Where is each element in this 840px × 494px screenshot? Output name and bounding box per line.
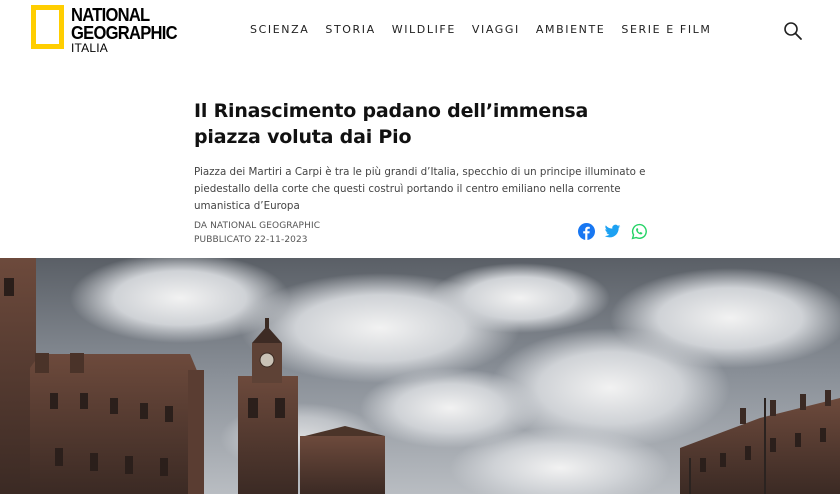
nav-item-scienza[interactable]: SCIENZA bbox=[250, 23, 309, 36]
nav-item-wildlife[interactable]: WILDLIFE bbox=[392, 23, 456, 36]
nav-item-storia[interactable]: STORIA bbox=[325, 23, 375, 36]
ng-logo[interactable]: NATIONAL GEOGRAPHIC ITALIA bbox=[31, 5, 191, 57]
article-meta: DA NATIONAL GEOGRAPHIC PUBBLICATO 22-11-… bbox=[194, 219, 320, 247]
facebook-icon[interactable] bbox=[578, 223, 595, 240]
publish-date: PUBBLICATO 22-11-2023 bbox=[194, 235, 308, 245]
site-header: NATIONAL GEOGRAPHIC ITALIA SCIENZA STORI… bbox=[0, 0, 840, 62]
article-header: Il Rinascimento padano dell’immensa piaz… bbox=[194, 98, 654, 215]
whatsapp-icon[interactable] bbox=[631, 223, 648, 240]
article-title: Il Rinascimento padano dell’immensa piaz… bbox=[194, 100, 589, 148]
twitter-icon[interactable] bbox=[604, 223, 621, 240]
main-nav: SCIENZA STORIA WILDLIFE VIAGGI AMBIENTE … bbox=[250, 23, 727, 36]
logo-text-line1: NATIONAL bbox=[71, 5, 150, 25]
byline: DA NATIONAL GEOGRAPHIC bbox=[194, 221, 321, 231]
hero-image bbox=[0, 258, 840, 494]
article-dek: Piazza dei Martiri a Carpi è tra le più … bbox=[194, 166, 646, 212]
nav-item-viaggi[interactable]: VIAGGI bbox=[472, 23, 520, 36]
nav-item-serie-e-film[interactable]: SERIE E FILM bbox=[621, 23, 711, 36]
logo-text-country: ITALIA bbox=[71, 41, 108, 55]
yellow-frame-icon bbox=[31, 5, 64, 49]
logo-text-line2: GEOGRAPHIC bbox=[71, 23, 178, 43]
nav-item-ambiente[interactable]: AMBIENTE bbox=[536, 23, 605, 36]
photo-piazza-image bbox=[0, 258, 840, 494]
search-icon[interactable] bbox=[783, 21, 803, 41]
